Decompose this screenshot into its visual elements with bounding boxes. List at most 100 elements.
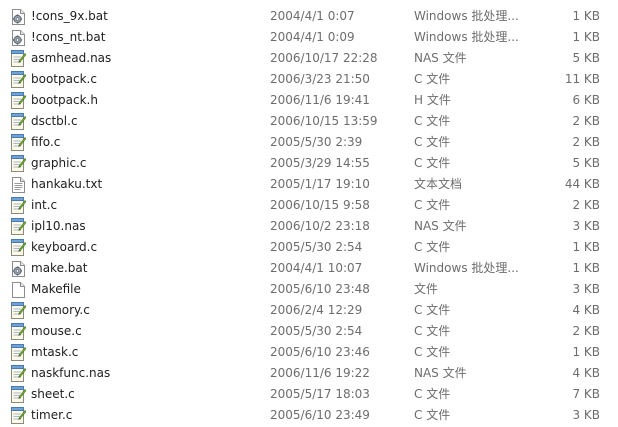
file-type: C 文件: [414, 408, 451, 422]
file-size: 3 KB: [572, 408, 600, 422]
file-size: 3 KB: [572, 282, 600, 296]
file-size: 2 KB: [572, 135, 600, 149]
file-type: NAS 文件: [414, 219, 467, 233]
file-size: 2 KB: [572, 114, 600, 128]
file-name: mtask.c: [31, 345, 79, 359]
file-name: bootpack.h: [31, 93, 98, 107]
file-name: naskfunc.nas: [31, 366, 111, 380]
file-size: 5 KB: [572, 51, 600, 65]
file-name: hankaku.txt: [31, 177, 103, 191]
notepad-file-icon: [10, 113, 26, 130]
file-type: H 文件: [414, 93, 451, 107]
file-date-modified: 2006/11/6 19:41: [270, 93, 370, 107]
file-row[interactable]: asmhead.nas 2006/10/17 22:28 NAS 文件 5 KB: [0, 48, 618, 69]
file-row[interactable]: mouse.c 2005/5/30 2:54 C 文件 2 KB: [0, 321, 618, 342]
file-row[interactable]: bootpack.h 2006/11/6 19:41 H 文件 6 KB: [0, 90, 618, 111]
file-name: fifo.c: [31, 135, 61, 149]
batch-file-icon: [10, 260, 26, 277]
file-date-modified: 2006/10/15 9:58: [270, 198, 370, 212]
file-name: !cons_9x.bat: [31, 9, 108, 23]
file-date-modified: 2004/4/1 10:07: [270, 261, 363, 275]
notepad-file-icon: [10, 365, 26, 382]
batch-file-icon: [10, 8, 26, 25]
file-size: 2 KB: [572, 198, 600, 212]
file-date-modified: 2006/10/17 22:28: [270, 51, 378, 65]
file-row[interactable]: hankaku.txt 2005/1/17 19:10 文本文档 44 KB: [0, 174, 618, 195]
file-name: Makefile: [31, 282, 81, 296]
file-name: int.c: [31, 198, 58, 212]
file-date-modified: 2005/5/30 2:54: [270, 240, 363, 254]
file-row[interactable]: ipl10.nas 2006/10/2 23:18 NAS 文件 3 KB: [0, 216, 618, 237]
file-row[interactable]: fifo.c 2005/5/30 2:39 C 文件 2 KB: [0, 132, 618, 153]
file-type: C 文件: [414, 156, 451, 170]
file-date-modified: 2004/4/1 0:07: [270, 9, 355, 23]
file-row[interactable]: dsctbl.c 2006/10/15 13:59 C 文件 2 KB: [0, 111, 618, 132]
file-date-modified: 2006/10/15 13:59: [270, 114, 378, 128]
file-row[interactable]: timer.c 2005/6/10 23:49 C 文件 3 KB: [0, 405, 618, 426]
file-name: keyboard.c: [31, 240, 98, 254]
file-size: 44 KB: [564, 177, 600, 191]
file-name: ipl10.nas: [31, 219, 86, 233]
notepad-file-icon: [10, 323, 26, 340]
notepad-file-icon: [10, 71, 26, 88]
file-type: 文件: [414, 282, 439, 296]
notepad-file-icon: [10, 386, 26, 403]
file-row[interactable]: keyboard.c 2005/5/30 2:54 C 文件 1 KB: [0, 237, 618, 258]
notepad-file-icon: [10, 218, 26, 235]
file-date-modified: 2006/2/4 12:29: [270, 303, 363, 317]
file-date-modified: 2006/3/23 21:50: [270, 72, 370, 86]
file-row[interactable]: sheet.c 2005/5/17 18:03 C 文件 7 KB: [0, 384, 618, 405]
file-type: C 文件: [414, 135, 451, 149]
file-name: sheet.c: [31, 387, 75, 401]
notepad-file-icon: [10, 344, 26, 361]
notepad-file-icon: [10, 239, 26, 256]
file-row[interactable]: !cons_nt.bat 2004/4/1 0:09 Windows 批处理... 1…: [0, 27, 618, 48]
file-row[interactable]: graphic.c 2005/3/29 14:55 C 文件 5 KB: [0, 153, 618, 174]
file-date-modified: 2006/11/6 19:22: [270, 366, 370, 380]
file-type: Windows 批处理...: [414, 261, 519, 275]
blank-file-icon: [10, 281, 26, 298]
file-row[interactable]: Makefile 2005/6/10 23:48 文件 3 KB: [0, 279, 618, 300]
file-row[interactable]: mtask.c 2005/6/10 23:46 C 文件 1 KB: [0, 342, 618, 363]
file-list: !cons_9x.bat 2004/4/1 0:07 Windows 批处理... 1…: [0, 6, 618, 426]
notepad-file-icon: [10, 407, 26, 424]
file-type: 文本文档: [414, 177, 463, 191]
file-date-modified: 2005/5/30 2:39: [270, 135, 363, 149]
file-name: bootpack.c: [31, 72, 97, 86]
file-row[interactable]: naskfunc.nas 2006/11/6 19:22 NAS 文件 4 KB: [0, 363, 618, 384]
file-row[interactable]: int.c 2006/10/15 9:58 C 文件 2 KB: [0, 195, 618, 216]
batch-file-icon: [10, 29, 26, 46]
file-row[interactable]: bootpack.c 2006/3/23 21:50 C 文件 11 KB: [0, 69, 618, 90]
file-type: NAS 文件: [414, 366, 467, 380]
file-type: C 文件: [414, 240, 451, 254]
file-name: graphic.c: [31, 156, 87, 170]
file-type: Windows 批处理...: [414, 9, 519, 23]
file-row[interactable]: !cons_9x.bat 2004/4/1 0:07 Windows 批处理... 1…: [0, 6, 618, 27]
file-date-modified: 2005/6/10 23:49: [270, 408, 370, 422]
file-size: 1 KB: [572, 9, 600, 23]
file-name: mouse.c: [31, 324, 82, 338]
file-size: 1 KB: [572, 240, 600, 254]
file-size: 4 KB: [572, 366, 600, 380]
file-size: 3 KB: [572, 219, 600, 233]
file-date-modified: 2005/6/10 23:48: [270, 282, 370, 296]
file-name: make.bat: [31, 261, 88, 275]
file-name: memory.c: [31, 303, 90, 317]
file-row[interactable]: memory.c 2006/2/4 12:29 C 文件 4 KB: [0, 300, 618, 321]
notepad-file-icon: [10, 50, 26, 67]
file-date-modified: 2005/1/17 19:10: [270, 177, 370, 191]
file-type: C 文件: [414, 387, 451, 401]
file-date-modified: 2004/4/1 0:09: [270, 30, 355, 44]
file-size: 11 KB: [564, 72, 600, 86]
file-size: 6 KB: [572, 93, 600, 107]
file-size: 4 KB: [572, 303, 600, 317]
notepad-file-icon: [10, 197, 26, 214]
file-type: C 文件: [414, 303, 451, 317]
file-type: C 文件: [414, 72, 451, 86]
notepad-file-icon: [10, 302, 26, 319]
file-row[interactable]: make.bat 2004/4/1 10:07 Windows 批处理... 1 KB: [0, 258, 618, 279]
file-type: C 文件: [414, 345, 451, 359]
file-size: 1 KB: [572, 345, 600, 359]
file-date-modified: 2005/5/30 2:54: [270, 324, 363, 338]
file-type: C 文件: [414, 198, 451, 212]
